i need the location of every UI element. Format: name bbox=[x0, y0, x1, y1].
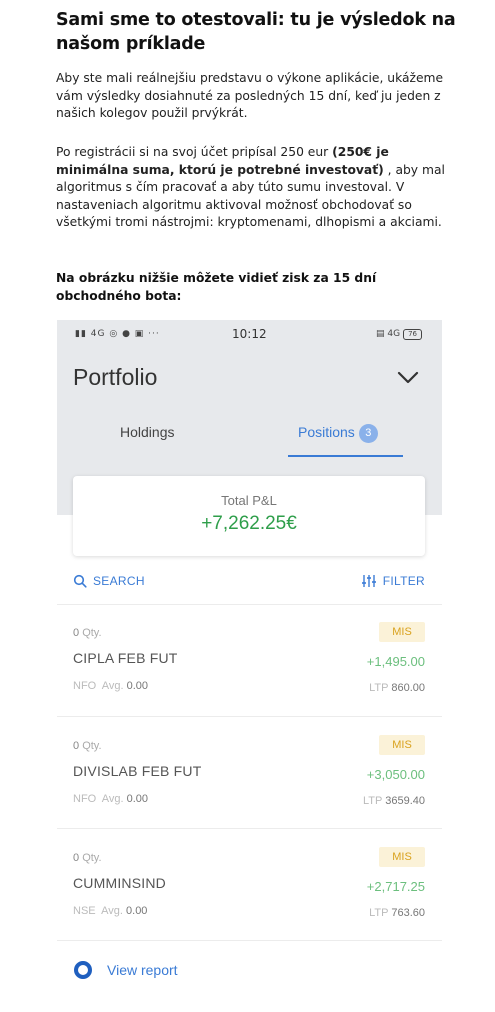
position-symbol: DIVISLAB FEB FUT bbox=[73, 763, 202, 779]
filter-label: FILTER bbox=[382, 574, 425, 588]
tab-positions-label: Positions bbox=[298, 424, 355, 440]
ltp-value: 763.60 bbox=[391, 907, 425, 919]
signal-icon: ▮▮ bbox=[75, 329, 87, 339]
page-title: Portfolio bbox=[73, 364, 158, 390]
position-qty: 0 Qty. bbox=[73, 740, 102, 752]
exchange: NFO bbox=[73, 793, 97, 805]
search-icon bbox=[73, 574, 87, 588]
image-caption: Na obrázku nižšie môžete vidieť zisk za … bbox=[56, 271, 377, 303]
notification-icons: ◎ ● ▣ ··· bbox=[109, 329, 160, 339]
active-tab-indicator bbox=[288, 455, 403, 457]
qty-unit: Qty. bbox=[82, 740, 102, 752]
view-report-label: View report bbox=[107, 962, 178, 978]
volte-icon: ▤ bbox=[375, 329, 385, 339]
position-exchange: NFO Avg. 0.00 bbox=[73, 793, 148, 805]
position-ltp: LTP 860.00 bbox=[369, 682, 425, 694]
ltp-label: LTP bbox=[369, 682, 389, 694]
qty-value: 0 bbox=[73, 740, 80, 752]
position-row[interactable]: 0 Qty. MIS CIPLA FEB FUT +1,495.00 NFO A… bbox=[57, 614, 442, 726]
app-screenshot: ▮▮ 4G ◎ ● ▣ ··· 10:12 ▤ 4G 76 Portfolio H… bbox=[57, 320, 442, 1000]
avg-label: Avg. bbox=[101, 680, 124, 692]
avg-value: 0.00 bbox=[126, 793, 149, 805]
exchange: NFO bbox=[73, 680, 97, 692]
total-pnl-value: +7,262.25€ bbox=[201, 513, 297, 534]
divider bbox=[57, 604, 442, 605]
ltp-label: LTP bbox=[369, 907, 389, 919]
position-pnl: +2,717.25 bbox=[366, 879, 425, 894]
avg-label: Avg. bbox=[101, 905, 123, 917]
status-icons-right: ▤ 4G 76 bbox=[376, 329, 422, 340]
tab-holdings-label: Holdings bbox=[120, 424, 175, 440]
avg-value: 0.00 bbox=[126, 905, 148, 917]
status-time: 10:12 bbox=[232, 327, 267, 341]
position-qty: 0 Qty. bbox=[73, 852, 102, 864]
position-ltp: LTP 3659.40 bbox=[363, 795, 425, 807]
qty-value: 0 bbox=[73, 852, 80, 864]
search-filter-row: SEARCH FILTER bbox=[73, 574, 425, 594]
ltp-label: LTP bbox=[363, 795, 383, 807]
network-type: 4G bbox=[90, 329, 106, 339]
ltp-value: 3659.40 bbox=[385, 795, 425, 807]
positions-count-badge: 3 bbox=[358, 424, 378, 443]
qty-unit: Qty. bbox=[82, 627, 102, 639]
position-exchange: NSE Avg. 0.00 bbox=[73, 905, 147, 917]
status-bar: ▮▮ 4G ◎ ● ▣ ··· 10:12 ▤ 4G 76 bbox=[57, 320, 442, 350]
position-pnl: +3,050.00 bbox=[366, 767, 425, 782]
intro-paragraph: Aby ste mali reálnejšiu predstavu o výko… bbox=[56, 71, 444, 120]
status-icons-left: ▮▮ 4G ◎ ● ▣ ··· bbox=[75, 329, 160, 339]
exchange: NSE bbox=[73, 905, 96, 917]
article-headline: Sami sme to otestovali: tu je výsledok n… bbox=[56, 10, 456, 54]
divider bbox=[57, 716, 442, 717]
product-type-badge: MIS bbox=[379, 735, 425, 755]
position-row[interactable]: 0 Qty. MIS CUMMINSIND +2,717.25 NSE Avg.… bbox=[57, 839, 442, 951]
tab-positions[interactable]: Positions 3 bbox=[298, 424, 378, 443]
position-exchange: NFO Avg. 0.00 bbox=[73, 680, 148, 692]
search-button[interactable]: SEARCH bbox=[73, 574, 145, 588]
registration-text-start: Po registrácii si na svoj účet pripísal … bbox=[56, 145, 333, 159]
tab-holdings[interactable]: Holdings bbox=[120, 424, 174, 440]
filter-button[interactable]: FILTER bbox=[361, 574, 425, 588]
divider bbox=[57, 940, 442, 941]
battery-icon: 76 bbox=[403, 329, 422, 340]
total-pnl-label: Total P&L bbox=[221, 493, 277, 508]
avg-label: Avg. bbox=[101, 793, 124, 805]
chevron-down-icon[interactable] bbox=[396, 370, 420, 386]
product-type-badge: MIS bbox=[379, 847, 425, 867]
network-type-right: 4G bbox=[387, 329, 401, 339]
total-pnl-card: Total P&L +7,262.25€ bbox=[73, 476, 425, 556]
view-report-link[interactable]: View report bbox=[73, 960, 178, 980]
qty-value: 0 bbox=[73, 627, 80, 639]
filter-icon bbox=[361, 575, 376, 587]
divider bbox=[57, 828, 442, 829]
position-symbol: CIPLA FEB FUT bbox=[73, 650, 178, 666]
position-qty: 0 Qty. bbox=[73, 627, 102, 639]
ltp-value: 860.00 bbox=[391, 682, 425, 694]
registration-paragraph: Po registrácii si na svoj účet pripísal … bbox=[56, 144, 451, 232]
avg-value: 0.00 bbox=[126, 680, 149, 692]
position-symbol: CUMMINSIND bbox=[73, 875, 166, 891]
position-row[interactable]: 0 Qty. MIS DIVISLAB FEB FUT +3,050.00 NF… bbox=[57, 727, 442, 839]
search-label: SEARCH bbox=[93, 574, 145, 588]
position-ltp: LTP 763.60 bbox=[369, 907, 425, 919]
product-type-badge: MIS bbox=[379, 622, 425, 642]
qty-unit: Qty. bbox=[82, 852, 102, 864]
position-pnl: +1,495.00 bbox=[366, 654, 425, 669]
report-icon bbox=[74, 961, 92, 979]
